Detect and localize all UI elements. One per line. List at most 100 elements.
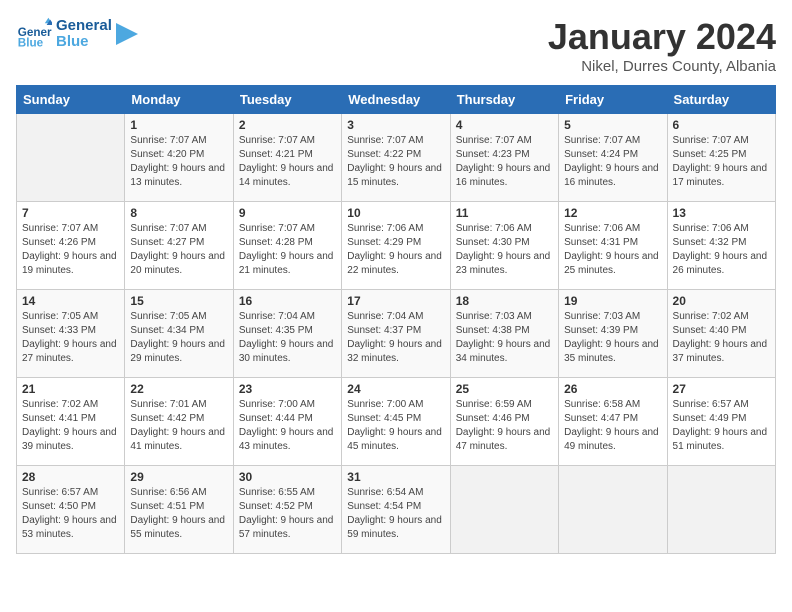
day-info: Sunrise: 6:57 AMSunset: 4:49 PMDaylight:… xyxy=(673,398,770,454)
day-info: Sunrise: 6:59 AMSunset: 4:46 PMDaylight:… xyxy=(456,398,553,454)
day-info: Sunrise: 7:07 AMSunset: 4:20 PMDaylight:… xyxy=(130,134,227,190)
week-row-5: 28 Sunrise: 6:57 AMSunset: 4:50 PMDaylig… xyxy=(17,466,776,554)
calendar-cell: 3 Sunrise: 7:07 AMSunset: 4:22 PMDayligh… xyxy=(342,114,450,202)
day-info: Sunrise: 7:07 AMSunset: 4:21 PMDaylight:… xyxy=(239,134,336,190)
day-info: Sunrise: 7:04 AMSunset: 4:35 PMDaylight:… xyxy=(239,310,336,366)
location-subtitle: Nikel, Durres County, Albania xyxy=(548,58,776,75)
day-number: 4 xyxy=(456,118,553,132)
calendar-cell: 5 Sunrise: 7:07 AMSunset: 4:24 PMDayligh… xyxy=(559,114,667,202)
col-tuesday: Tuesday xyxy=(233,86,341,114)
day-number: 20 xyxy=(673,294,770,308)
day-number: 23 xyxy=(239,382,336,396)
calendar-cell: 29 Sunrise: 6:56 AMSunset: 4:51 PMDaylig… xyxy=(125,466,233,554)
calendar-cell: 12 Sunrise: 7:06 AMSunset: 4:31 PMDaylig… xyxy=(559,202,667,290)
day-number: 13 xyxy=(673,206,770,220)
logo-text-general: General xyxy=(56,18,112,35)
day-info: Sunrise: 7:03 AMSunset: 4:38 PMDaylight:… xyxy=(456,310,553,366)
calendar-cell: 14 Sunrise: 7:05 AMSunset: 4:33 PMDaylig… xyxy=(17,290,125,378)
day-info: Sunrise: 7:01 AMSunset: 4:42 PMDaylight:… xyxy=(130,398,227,454)
week-row-4: 21 Sunrise: 7:02 AMSunset: 4:41 PMDaylig… xyxy=(17,378,776,466)
week-row-3: 14 Sunrise: 7:05 AMSunset: 4:33 PMDaylig… xyxy=(17,290,776,378)
calendar-cell: 6 Sunrise: 7:07 AMSunset: 4:25 PMDayligh… xyxy=(667,114,775,202)
day-number: 2 xyxy=(239,118,336,132)
calendar-cell: 15 Sunrise: 7:05 AMSunset: 4:34 PMDaylig… xyxy=(125,290,233,378)
day-info: Sunrise: 7:07 AMSunset: 4:26 PMDaylight:… xyxy=(22,222,119,278)
calendar-cell: 1 Sunrise: 7:07 AMSunset: 4:20 PMDayligh… xyxy=(125,114,233,202)
day-number: 6 xyxy=(673,118,770,132)
calendar-cell: 30 Sunrise: 6:55 AMSunset: 4:52 PMDaylig… xyxy=(233,466,341,554)
day-info: Sunrise: 7:04 AMSunset: 4:37 PMDaylight:… xyxy=(347,310,444,366)
calendar-cell: 9 Sunrise: 7:07 AMSunset: 4:28 PMDayligh… xyxy=(233,202,341,290)
day-number: 19 xyxy=(564,294,661,308)
svg-text:Blue: Blue xyxy=(18,37,44,50)
day-info: Sunrise: 7:07 AMSunset: 4:25 PMDaylight:… xyxy=(673,134,770,190)
day-info: Sunrise: 7:03 AMSunset: 4:39 PMDaylight:… xyxy=(564,310,661,366)
day-number: 3 xyxy=(347,118,444,132)
calendar-cell: 10 Sunrise: 7:06 AMSunset: 4:29 PMDaylig… xyxy=(342,202,450,290)
day-number: 15 xyxy=(130,294,227,308)
day-number: 1 xyxy=(130,118,227,132)
day-number: 16 xyxy=(239,294,336,308)
day-number: 28 xyxy=(22,470,119,484)
week-row-1: 1 Sunrise: 7:07 AMSunset: 4:20 PMDayligh… xyxy=(17,114,776,202)
day-number: 22 xyxy=(130,382,227,396)
logo-arrow-icon xyxy=(116,23,138,45)
calendar-cell: 8 Sunrise: 7:07 AMSunset: 4:27 PMDayligh… xyxy=(125,202,233,290)
day-info: Sunrise: 7:07 AMSunset: 4:22 PMDaylight:… xyxy=(347,134,444,190)
calendar-cell: 2 Sunrise: 7:07 AMSunset: 4:21 PMDayligh… xyxy=(233,114,341,202)
day-number: 17 xyxy=(347,294,444,308)
calendar-cell: 24 Sunrise: 7:00 AMSunset: 4:45 PMDaylig… xyxy=(342,378,450,466)
day-info: Sunrise: 7:06 AMSunset: 4:31 PMDaylight:… xyxy=(564,222,661,278)
calendar-cell: 21 Sunrise: 7:02 AMSunset: 4:41 PMDaylig… xyxy=(17,378,125,466)
calendar-cell: 4 Sunrise: 7:07 AMSunset: 4:23 PMDayligh… xyxy=(450,114,558,202)
logo: General Blue General Blue xyxy=(16,16,138,52)
day-number: 31 xyxy=(347,470,444,484)
day-info: Sunrise: 7:07 AMSunset: 4:28 PMDaylight:… xyxy=(239,222,336,278)
title-area: January 2024 Nikel, Durres County, Alban… xyxy=(548,16,776,75)
col-thursday: Thursday xyxy=(450,86,558,114)
calendar-cell: 13 Sunrise: 7:06 AMSunset: 4:32 PMDaylig… xyxy=(667,202,775,290)
calendar-cell: 11 Sunrise: 7:06 AMSunset: 4:30 PMDaylig… xyxy=(450,202,558,290)
day-info: Sunrise: 7:02 AMSunset: 4:40 PMDaylight:… xyxy=(673,310,770,366)
calendar-cell: 26 Sunrise: 6:58 AMSunset: 4:47 PMDaylig… xyxy=(559,378,667,466)
col-saturday: Saturday xyxy=(667,86,775,114)
day-number: 27 xyxy=(673,382,770,396)
logo-icon: General Blue xyxy=(16,16,52,52)
day-info: Sunrise: 7:05 AMSunset: 4:34 PMDaylight:… xyxy=(130,310,227,366)
day-number: 8 xyxy=(130,206,227,220)
day-info: Sunrise: 7:07 AMSunset: 4:23 PMDaylight:… xyxy=(456,134,553,190)
day-number: 29 xyxy=(130,470,227,484)
calendar-cell xyxy=(559,466,667,554)
calendar-cell xyxy=(667,466,775,554)
day-number: 5 xyxy=(564,118,661,132)
day-number: 18 xyxy=(456,294,553,308)
day-number: 10 xyxy=(347,206,444,220)
logo-text-blue: Blue xyxy=(56,34,112,51)
day-info: Sunrise: 7:07 AMSunset: 4:24 PMDaylight:… xyxy=(564,134,661,190)
calendar-table: Sunday Monday Tuesday Wednesday Thursday… xyxy=(16,85,776,554)
calendar-cell: 23 Sunrise: 7:00 AMSunset: 4:44 PMDaylig… xyxy=(233,378,341,466)
day-info: Sunrise: 7:06 AMSunset: 4:29 PMDaylight:… xyxy=(347,222,444,278)
day-number: 12 xyxy=(564,206,661,220)
calendar-cell: 28 Sunrise: 6:57 AMSunset: 4:50 PMDaylig… xyxy=(17,466,125,554)
day-info: Sunrise: 7:06 AMSunset: 4:32 PMDaylight:… xyxy=(673,222,770,278)
col-sunday: Sunday xyxy=(17,86,125,114)
page-header: General Blue General Blue January 2024 N… xyxy=(16,16,776,75)
day-info: Sunrise: 6:58 AMSunset: 4:47 PMDaylight:… xyxy=(564,398,661,454)
day-number: 14 xyxy=(22,294,119,308)
day-info: Sunrise: 6:54 AMSunset: 4:54 PMDaylight:… xyxy=(347,486,444,542)
calendar-cell: 27 Sunrise: 6:57 AMSunset: 4:49 PMDaylig… xyxy=(667,378,775,466)
day-info: Sunrise: 6:56 AMSunset: 4:51 PMDaylight:… xyxy=(130,486,227,542)
day-info: Sunrise: 6:57 AMSunset: 4:50 PMDaylight:… xyxy=(22,486,119,542)
col-friday: Friday xyxy=(559,86,667,114)
day-info: Sunrise: 7:06 AMSunset: 4:30 PMDaylight:… xyxy=(456,222,553,278)
day-info: Sunrise: 6:55 AMSunset: 4:52 PMDaylight:… xyxy=(239,486,336,542)
calendar-cell: 31 Sunrise: 6:54 AMSunset: 4:54 PMDaylig… xyxy=(342,466,450,554)
calendar-cell: 17 Sunrise: 7:04 AMSunset: 4:37 PMDaylig… xyxy=(342,290,450,378)
col-monday: Monday xyxy=(125,86,233,114)
calendar-cell: 7 Sunrise: 7:07 AMSunset: 4:26 PMDayligh… xyxy=(17,202,125,290)
calendar-cell xyxy=(17,114,125,202)
day-info: Sunrise: 7:00 AMSunset: 4:45 PMDaylight:… xyxy=(347,398,444,454)
calendar-cell: 16 Sunrise: 7:04 AMSunset: 4:35 PMDaylig… xyxy=(233,290,341,378)
day-info: Sunrise: 7:05 AMSunset: 4:33 PMDaylight:… xyxy=(22,310,119,366)
